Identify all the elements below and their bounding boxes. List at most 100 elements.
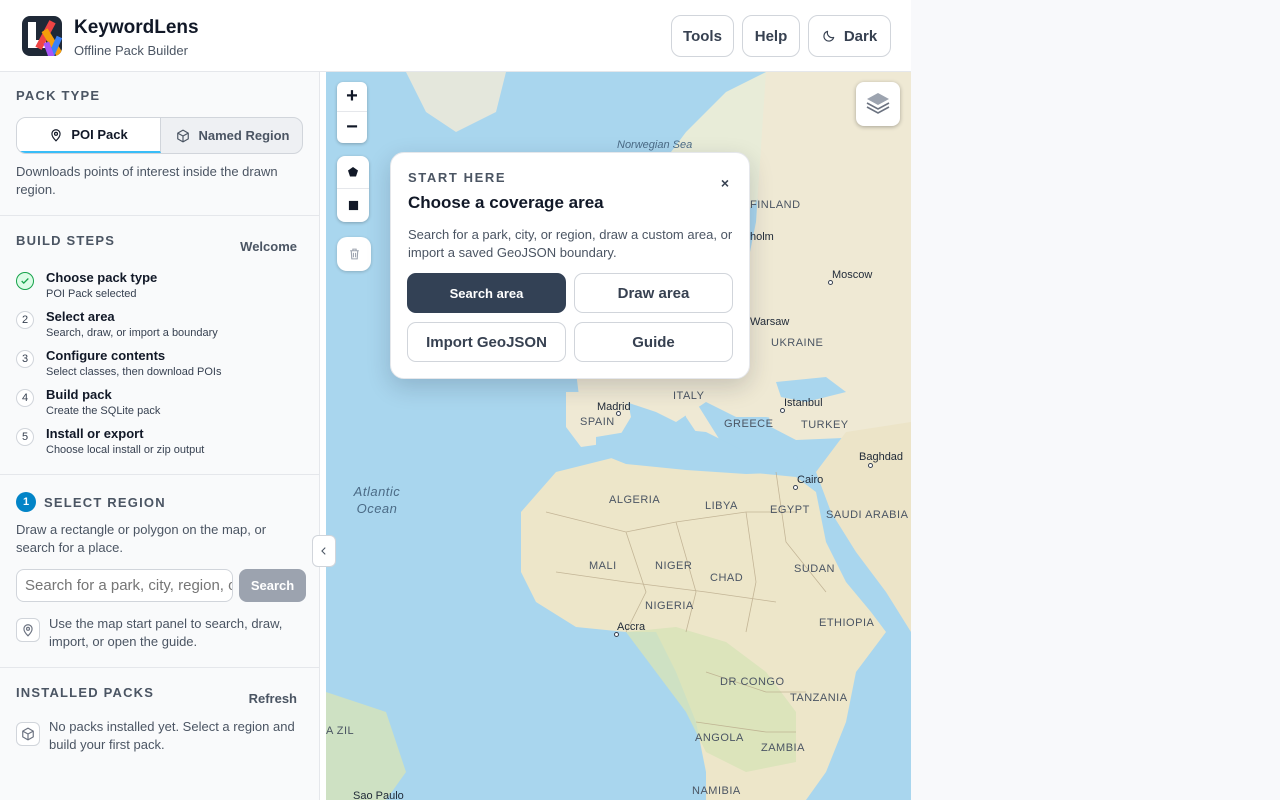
draw-area-button[interactable]: Draw area: [574, 273, 733, 313]
step-number: 5: [16, 428, 34, 446]
tools-label: Tools: [683, 27, 722, 45]
guide-button[interactable]: Guide: [574, 322, 733, 362]
app-window: KeywordLens Offline Pack Builder Tools H…: [0, 0, 911, 800]
select-region-section: 1 SELECT REGION Draw a rectangle or poly…: [0, 475, 319, 668]
build-steps-section: BUILD STEPS Welcome Choose pack type POI…: [0, 216, 319, 475]
ocean-label-line: Atlantic: [353, 484, 401, 499]
step-build-pack[interactable]: 4 Build pack Create the SQLite pack: [16, 387, 306, 423]
map-pin-icon: [51, 128, 61, 142]
pack-type-description: Downloads points of interest inside the …: [16, 164, 278, 197]
map-label: DR CONGO: [720, 676, 785, 688]
map-label: NIGERIA: [645, 600, 694, 612]
trash-icon: [349, 248, 359, 260]
draw-tools: [337, 156, 369, 222]
step-title: Choose pack type: [46, 270, 158, 285]
empty-canvas-area: [911, 0, 1280, 800]
installed-packs-title: INSTALLED PACKS: [16, 685, 155, 700]
package-icon: [16, 722, 40, 746]
search-area-button[interactable]: Search area: [407, 273, 566, 313]
moon-icon: [823, 30, 835, 42]
select-region-description: Draw a rectangle or polygon on the map, …: [16, 522, 267, 555]
map-label: A ZIL: [326, 725, 355, 737]
city-label: Sao Paulo: [353, 790, 404, 800]
polygon-icon: [348, 167, 358, 177]
step-title: Build pack: [46, 387, 112, 402]
city-label: Moscow: [832, 269, 873, 281]
start-panel-kicker: START HERE: [408, 170, 507, 185]
installed-packs-empty: No packs installed yet. Select a region …: [49, 719, 295, 752]
select-region-title: SELECT REGION: [44, 495, 166, 510]
help-button[interactable]: Help: [742, 15, 800, 57]
map-label: MALI: [589, 560, 617, 572]
collapse-sidebar-button[interactable]: [312, 535, 336, 567]
step-title: Configure contents: [46, 348, 166, 363]
map-label: LIBYA: [705, 500, 738, 512]
step-configure-contents[interactable]: 3 Configure contents Select classes, the…: [16, 348, 306, 384]
tools-button[interactable]: Tools: [671, 15, 734, 57]
city-label: Warsaw: [750, 316, 790, 328]
map-label: FINLAND: [750, 199, 801, 211]
app-subtitle: Offline Pack Builder: [74, 43, 188, 58]
map-label: TURKEY: [801, 419, 849, 431]
draw-polygon-button[interactable]: [337, 156, 369, 189]
city-label: holm: [750, 231, 774, 243]
dark-mode-button[interactable]: Dark: [808, 15, 891, 57]
zoom-in-button[interactable]: +: [337, 82, 367, 112]
map-label: TANZANIA: [790, 692, 848, 704]
region-search-input[interactable]: [16, 569, 233, 602]
sidebar: PACK TYPE POI Pack Named Region Download…: [0, 72, 320, 800]
city-label: Cairo: [797, 474, 824, 486]
start-panel-description: Search for a park, city, or region, draw…: [408, 227, 733, 260]
refresh-link[interactable]: Refresh: [249, 691, 297, 706]
map-label: ITALY: [673, 390, 705, 402]
poi-pack-option[interactable]: POI Pack: [17, 118, 161, 153]
named-region-label: Named Region: [198, 128, 290, 143]
app-title: KeywordLens: [74, 17, 199, 38]
city-label: Madrid: [597, 401, 631, 413]
step-subtitle: Select classes, then download POIs: [46, 366, 222, 378]
close-icon[interactable]: ×: [721, 175, 729, 191]
layers-button[interactable]: [856, 82, 900, 126]
zoom-control: + −: [337, 82, 367, 143]
step-title: Select area: [46, 309, 115, 324]
build-steps-title: BUILD STEPS: [16, 233, 116, 248]
dark-mode-label: Dark: [843, 27, 878, 45]
city-label: Accra: [617, 621, 646, 633]
delete-shape-button[interactable]: [337, 237, 371, 271]
region-search-button[interactable]: Search: [239, 569, 306, 602]
poi-pack-label: POI Pack: [71, 127, 128, 142]
step-subtitle: Create the SQLite pack: [46, 405, 161, 417]
pack-type-toggle: POI Pack Named Region: [16, 117, 303, 154]
ocean-label-line: Ocean: [356, 501, 398, 516]
draw-rectangle-button[interactable]: [337, 189, 369, 222]
map-pin-hint-icon: [16, 618, 40, 642]
map-label: UKRAINE: [771, 337, 824, 349]
map-label: NAMIBIA: [692, 785, 741, 797]
chevron-left-icon: [321, 547, 326, 555]
map-label: ZAMBIA: [761, 742, 805, 754]
step-install-export[interactable]: 5 Install or export Choose local install…: [16, 426, 306, 462]
city-label: Baghdad: [859, 451, 904, 463]
map-label: SPAIN: [580, 416, 615, 428]
map-label: ETHIOPIA: [819, 617, 875, 629]
step-badge: 1: [16, 492, 36, 512]
step-choose-pack-type[interactable]: Choose pack type POI Pack selected: [16, 270, 306, 306]
step-select-area[interactable]: 2 Select area Search, draw, or import a …: [16, 309, 306, 345]
step-title: Install or export: [46, 426, 144, 441]
welcome-link[interactable]: Welcome: [240, 239, 297, 254]
start-panel: START HERE × Choose a coverage area Sear…: [390, 152, 750, 379]
map-label: SAUDI ARABIA: [826, 509, 909, 521]
step-number: 3: [16, 350, 34, 368]
map-label: EGYPT: [770, 504, 810, 516]
select-region-hint: Use the map start panel to search, draw,…: [49, 616, 283, 649]
named-region-option[interactable]: Named Region: [162, 118, 302, 153]
zoom-out-button[interactable]: −: [337, 112, 367, 142]
start-panel-title: Choose a coverage area: [408, 193, 604, 212]
step-check-icon: [16, 272, 34, 290]
city-marker: [868, 463, 873, 468]
import-geojson-button[interactable]: Import GeoJSON: [407, 322, 566, 362]
step-number: 2: [16, 311, 34, 329]
step-subtitle: POI Pack selected: [46, 288, 137, 300]
pack-type-section: PACK TYPE POI Pack Named Region Download…: [0, 72, 319, 216]
region-search-row: Search: [16, 569, 306, 603]
